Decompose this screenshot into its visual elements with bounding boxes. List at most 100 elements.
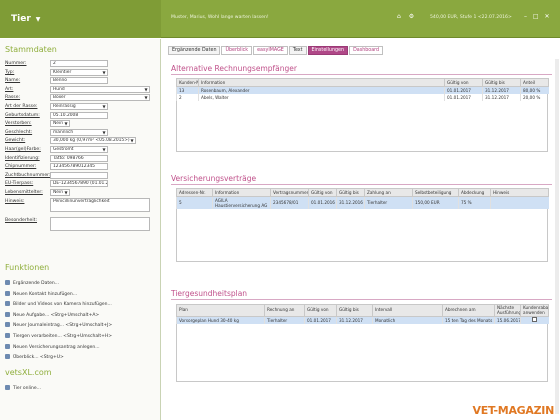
scrollbar[interactable]: [555, 59, 559, 414]
column-header[interactable]: Vertragsnummer: [270, 188, 309, 197]
field-input[interactable]: Boxer: [50, 94, 150, 102]
function-item[interactable]: Tiergen verarbeiten... <Strg+Umschalt+H>: [5, 333, 155, 340]
settings-icon[interactable]: ⚙: [409, 13, 414, 20]
column-header[interactable]: Abdeckung: [458, 188, 491, 197]
minimize-icon[interactable]: –: [524, 13, 527, 20]
field-input[interactable]: Penicillinunverträglichkeit: [50, 197, 150, 212]
column-header[interactable]: Information: [198, 78, 445, 87]
field-row: Rasse: Boxer ▼: [5, 94, 157, 102]
watermark-text: VET-MAGAZIN: [472, 404, 555, 417]
field-input[interactable]: Kleintier: [50, 68, 108, 76]
column-header[interactable]: Intervall: [372, 304, 443, 317]
field-input[interactable]: Benno: [50, 77, 108, 85]
table-cell: 31.12.2017: [336, 316, 373, 324]
function-item-tier-online[interactable]: Tier online...: [5, 385, 155, 392]
column-header[interactable]: Information: [212, 188, 271, 197]
table-cell: 01.01.2017: [304, 316, 337, 324]
tab--berblick[interactable]: Überblick: [221, 46, 253, 55]
column-header[interactable]: Gültig bis: [482, 78, 521, 87]
field-row: Name: Benno: [5, 77, 157, 85]
field-label: EU-Tierpass:: [5, 181, 34, 187]
tab-dashboard[interactable]: Dashboard: [349, 46, 384, 55]
chevron-down-icon[interactable]: ▼: [63, 120, 69, 127]
chevron-down-icon[interactable]: ▼: [129, 137, 135, 144]
field-row: Geschlecht: männlich ▼: [5, 128, 157, 136]
table-cell: 31.12.2017: [482, 86, 521, 94]
table-row[interactable]: Vorsorgeplan Hund 30-40 kg Tierhalter 01.0…: [176, 316, 549, 324]
section-title: Tiergesundheitsplan: [171, 289, 552, 300]
field-input[interactable]: 05.10.2008: [50, 111, 108, 119]
field-input[interactable]: [50, 217, 150, 232]
chevron-down-icon[interactable]: ▼: [143, 86, 149, 93]
function-item[interactable]: Neue Aufgabe... <Strg+Umschalt+A>: [5, 311, 155, 319]
close-icon[interactable]: ✕: [545, 13, 550, 20]
column-header[interactable]: Gültig bis: [336, 188, 365, 197]
chevron-down-icon[interactable]: ▼: [101, 129, 107, 136]
table-cell: 15 ten Tag des Monats: [442, 316, 495, 324]
table-cell: 75 %: [458, 196, 491, 209]
chevron-down-icon[interactable]: ▼: [101, 69, 107, 76]
function-label: Ergänzende Daten...: [13, 281, 60, 286]
column-header[interactable]: Kundenrabatte anwenden: [520, 304, 549, 317]
column-header[interactable]: Selbstbeteiligung: [412, 188, 459, 197]
function-item[interactable]: Neuer Journaleintrag... <Strg+Umschalt+J…: [5, 322, 155, 329]
brand-area[interactable]: Tier ▼: [0, 0, 161, 38]
column-header[interactable]: Zahlung an: [364, 188, 413, 197]
column-header[interactable]: Gültig von: [308, 188, 337, 197]
tab-text[interactable]: Text: [288, 46, 307, 55]
main-content: Ergänzende Daten Überblick easyIMAGE Text Ei…: [162, 39, 560, 420]
field-input[interactable]: 30,000 kg (0,97m² <05.08.2015>): [50, 137, 136, 145]
overview-icon: [5, 354, 10, 360]
field-input[interactable]: Gestromt: [50, 146, 108, 153]
table-cell: 150,00 EUR: [412, 196, 459, 209]
table-cell: 80,00 %: [520, 86, 549, 94]
maximize-icon[interactable]: □: [533, 13, 539, 20]
field-input[interactable]: Tätto: 098766: [50, 154, 108, 162]
chevron-down-icon[interactable]: ▼: [63, 189, 69, 196]
column-header[interactable]: Gültig von: [444, 78, 483, 87]
function-item[interactable]: Überblick... <Strg+U>: [5, 354, 155, 361]
column-header[interactable]: Anteil: [520, 78, 549, 87]
insurance-icon: [5, 343, 10, 349]
field-label: Geschlecht:: [5, 129, 33, 135]
field-input[interactable]: DE-1234567890 (01.01.2007): [50, 180, 108, 188]
function-item[interactable]: Neuen Kontakt hinzufügen...: [5, 290, 155, 298]
checkbox[interactable]: [532, 317, 538, 323]
column-header[interactable]: Gültig von: [304, 304, 337, 317]
table-row[interactable]: 2 Abels, Walter 01.01.2017 31.12.2017 20,00 …: [176, 93, 549, 101]
function-item[interactable]: Neuen Versicherungsantrag anlegen...: [5, 343, 155, 351]
column-header[interactable]: Kunden-Nr.: [176, 78, 199, 87]
section-rechnungsempfaenger: Alternative Rechnungsempfänger: [171, 64, 552, 75]
field-input[interactable]: 123456789012345: [50, 163, 108, 171]
tab-easyimage[interactable]: easyIMAGE: [253, 46, 288, 55]
function-item[interactable]: Bilder und Videos von Kamera hinzufügen.…: [5, 301, 155, 308]
window-controls: ⌂ ⚙: [397, 13, 414, 20]
tab-einstellungen[interactable]: Einstellungen: [307, 46, 349, 55]
column-header[interactable]: Nächste Ausführung: [494, 304, 521, 317]
field-input[interactable]: Reinrassig: [50, 103, 108, 110]
table-row[interactable]: 13 Rosenbaum, Alexander 01.01.2017 31.12.20…: [176, 86, 549, 94]
chevron-down-icon[interactable]: ▼: [101, 146, 107, 153]
field-input[interactable]: [50, 171, 108, 179]
home-icon[interactable]: ⌂: [397, 13, 401, 20]
table-cell: [520, 316, 549, 324]
column-header[interactable]: Adressen-Nr.: [176, 188, 213, 197]
section-tiergesundheitsplan: Tiergesundheitsplan: [171, 289, 552, 300]
field-input[interactable]: 2: [50, 60, 108, 67]
camera-icon: [5, 301, 10, 307]
column-header[interactable]: Rechnung an: [264, 304, 305, 317]
brand-menu[interactable]: Tier ▼: [11, 14, 40, 24]
column-header[interactable]: Abrechnen am: [442, 304, 495, 317]
field-input[interactable]: Hund: [50, 85, 150, 93]
chevron-down-icon[interactable]: ▼: [101, 103, 107, 110]
status-text: 540,00 EUR, Stufe 1 <22.07.2016>: [430, 15, 512, 20]
column-header[interactable]: Hinweis: [490, 188, 549, 197]
table-row[interactable]: 5 AGILA Haustierversicherung AG 2345678/01…: [176, 196, 549, 209]
function-item[interactable]: Ergänzende Daten...: [5, 280, 155, 287]
field-label: Lebensmittelter:: [5, 190, 43, 195]
chevron-down-icon[interactable]: ▼: [143, 94, 149, 101]
tab-erg-nzende-daten[interactable]: Ergänzende Daten: [168, 46, 221, 55]
column-header[interactable]: Gültig bis: [336, 304, 373, 317]
field-input[interactable]: männlich: [50, 128, 108, 136]
column-header[interactable]: Plan: [176, 304, 265, 317]
